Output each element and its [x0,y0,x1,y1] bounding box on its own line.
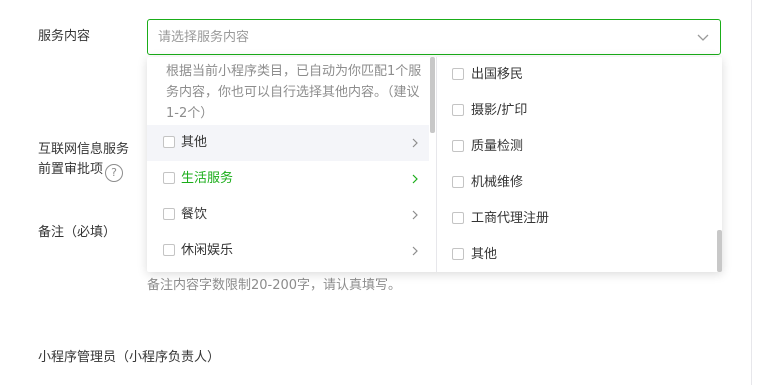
remark-hint: 备注内容字数限制20-200字，请认真填写。 [147,278,402,293]
category-item-other[interactable]: 其他 [147,125,429,161]
category-item-leisure[interactable]: 休闲娱乐 [147,233,429,269]
category-label: 餐饮 [181,207,208,222]
chevron-right-icon [412,174,418,184]
subitem-other[interactable]: 其他 [437,237,715,272]
service-content-label: 服务内容 [38,29,91,44]
chevron-right-icon [412,138,418,148]
subitem-machinery-repair[interactable]: 机械维修 [437,165,715,201]
subitem-quality-inspection[interactable]: 质量检测 [437,129,715,165]
chevron-right-icon [412,210,418,220]
subitem-label: 出国移民 [471,67,524,82]
subitem-label: 其他 [471,247,498,262]
checkbox[interactable] [452,140,464,152]
subitem-label: 工商代理注册 [471,211,550,226]
category-scrollbar[interactable] [430,57,435,133]
checkbox[interactable] [163,208,175,220]
service-dropdown-panel: 根据当前小程序类目，已自动为你匹配1个服务内容，你也可以自行选择其他内容。（建议… [147,57,722,272]
category-column: 根据当前小程序类目，已自动为你匹配1个服务内容，你也可以自行选择其他内容。（建议… [147,57,436,272]
subitem-emigration[interactable]: 出国移民 [437,57,715,93]
category-item-catering[interactable]: 餐饮 [147,197,429,233]
subitem-label: 摄影/扩印 [471,103,528,118]
subitem-scrollbar[interactable] [717,230,722,272]
icp-label-line1: 互联网信息服务 [38,142,130,157]
icp-approval-label: 互联网信息服务 前置审批项? [38,140,129,182]
subitem-label: 质量检测 [471,139,524,154]
service-content-select[interactable]: 请选择服务内容 [147,19,721,55]
select-placeholder: 请选择服务内容 [158,30,250,45]
subitem-business-registration[interactable]: 工商代理注册 [437,201,715,237]
checkbox[interactable] [163,172,175,184]
checkbox[interactable] [452,248,464,260]
checkbox[interactable] [452,176,464,188]
category-item-life-services[interactable]: 生活服务 [147,161,429,197]
category-label: 其他 [181,135,208,150]
icp-label-line2: 前置审批项? [38,160,129,182]
category-label: 休闲娱乐 [181,243,234,258]
manager-section-title: 小程序管理员（小程序负责人） [38,350,221,365]
checkbox[interactable] [163,136,175,148]
help-icon[interactable]: ? [105,164,124,182]
checkbox[interactable] [452,104,464,116]
subitem-label: 机械维修 [471,175,524,190]
checkbox[interactable] [452,68,464,80]
checkbox[interactable] [163,244,175,256]
remark-label: 备注（必填） [38,225,117,240]
icp-label-line2-text: 前置审批项 [38,162,104,177]
auto-match-note: 根据当前小程序类目，已自动为你匹配1个服务内容，你也可以自行选择其他内容。（建议… [166,64,422,121]
checkbox[interactable] [452,212,464,224]
subitem-photography[interactable]: 摄影/扩印 [437,93,715,129]
page-right-border [751,0,752,385]
subitem-column: 出国移民 摄影/扩印 质量检测 机械维修 工商代理注册 其他 [437,57,722,272]
chevron-right-icon [412,246,418,256]
chevron-down-icon [697,34,709,41]
category-label: 生活服务 [181,171,234,186]
